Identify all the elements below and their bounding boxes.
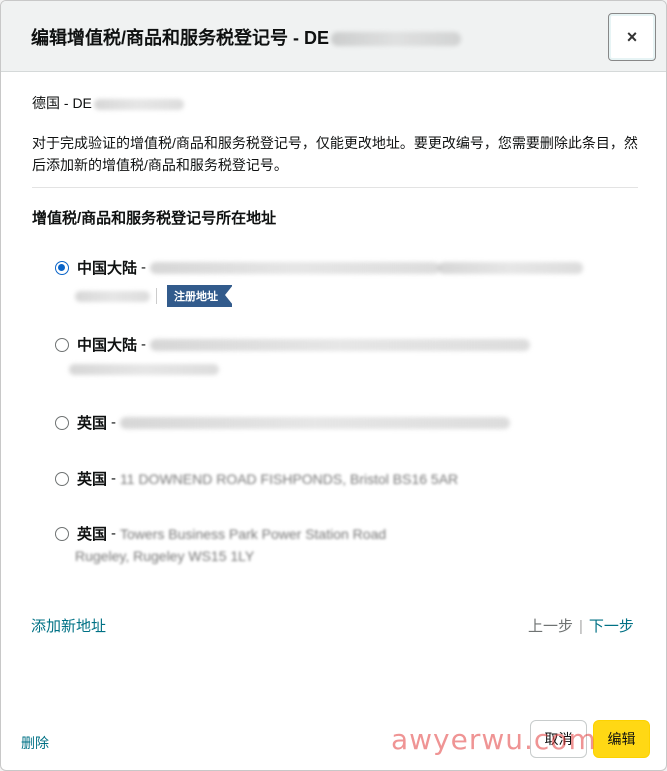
address-option-1[interactable]: 中国大陆 - 注册地址 xyxy=(55,257,584,307)
address-country: 英国 xyxy=(77,471,108,488)
dialog-title: 编辑增值税/商品和服务税登记号 - DE xyxy=(31,24,462,50)
address-country: 英国 xyxy=(77,526,108,543)
pagination: 上一步 | 下一步 xyxy=(528,615,634,636)
dialog-title-text: 编辑增值税/商品和服务税登记号 - DE xyxy=(31,28,330,48)
radio-button[interactable] xyxy=(55,337,69,352)
address-line: Towers Business Park Power Station Road xyxy=(120,525,387,542)
redacted-vat-number xyxy=(331,32,462,47)
redacted-address xyxy=(150,338,531,351)
address-line-2: Rugeley, Rugeley WS15 1LY xyxy=(75,548,255,564)
redacted-address xyxy=(150,261,441,274)
address-line: 11 DOWNEND ROAD FISHPONDS, Bristol BS16 … xyxy=(120,470,459,487)
close-icon: × xyxy=(626,26,638,47)
watermark: awyerwu.com xyxy=(391,723,597,756)
pagination-separator: | xyxy=(579,618,583,635)
redacted-postcode xyxy=(75,290,150,302)
section-title: 增值税/商品和服务税登记号所在地址 xyxy=(32,210,277,227)
radio-button[interactable] xyxy=(55,471,69,486)
address-country: 中国大陆 xyxy=(77,337,138,354)
divider xyxy=(32,187,638,188)
radio-button-selected[interactable] xyxy=(55,260,69,275)
edit-button[interactable]: 编辑 xyxy=(593,720,650,758)
redacted-address xyxy=(120,416,511,429)
dialog-header: 编辑增值税/商品和服务税登记号 - DE × xyxy=(1,1,666,72)
address-option-3[interactable]: 英国 - xyxy=(55,412,511,433)
address-option-2[interactable]: 中国大陆 - xyxy=(55,334,531,375)
next-page-link[interactable]: 下一步 xyxy=(589,618,634,635)
add-new-address-link[interactable]: 添加新地址 xyxy=(31,615,106,636)
registered-address-badge: 注册地址 xyxy=(167,285,233,307)
separator xyxy=(156,288,157,304)
radio-button[interactable] xyxy=(55,415,69,430)
redacted-vat-number xyxy=(93,98,184,110)
radio-button[interactable] xyxy=(55,526,69,541)
vat-country-line: 德国 - DE xyxy=(32,93,184,113)
delete-link[interactable]: 删除 xyxy=(21,733,49,753)
prev-page-link[interactable]: 上一步 xyxy=(528,618,573,635)
close-button[interactable]: × xyxy=(608,13,656,61)
address-option-5[interactable]: 英国 - Towers Business Park Power Station … xyxy=(55,523,386,564)
edit-notice: 对于完成验证的增值税/商品和服务税登记号，仅能更改地址。要更改编号，您需要删除此… xyxy=(32,135,638,173)
address-country: 中国大陆 xyxy=(77,260,138,277)
edit-vat-dialog: 编辑增值税/商品和服务税登记号 - DE × 德国 - DE 对于完成验证的增值… xyxy=(0,0,667,771)
address-option-4[interactable]: 英国 - 11 DOWNEND ROAD FISHPONDS, Bristol … xyxy=(55,468,458,489)
address-line-partial xyxy=(438,261,584,274)
address-country: 英国 xyxy=(77,415,108,432)
vat-country-text: 德国 - DE xyxy=(32,95,92,111)
redacted-address-line-2 xyxy=(69,364,219,375)
